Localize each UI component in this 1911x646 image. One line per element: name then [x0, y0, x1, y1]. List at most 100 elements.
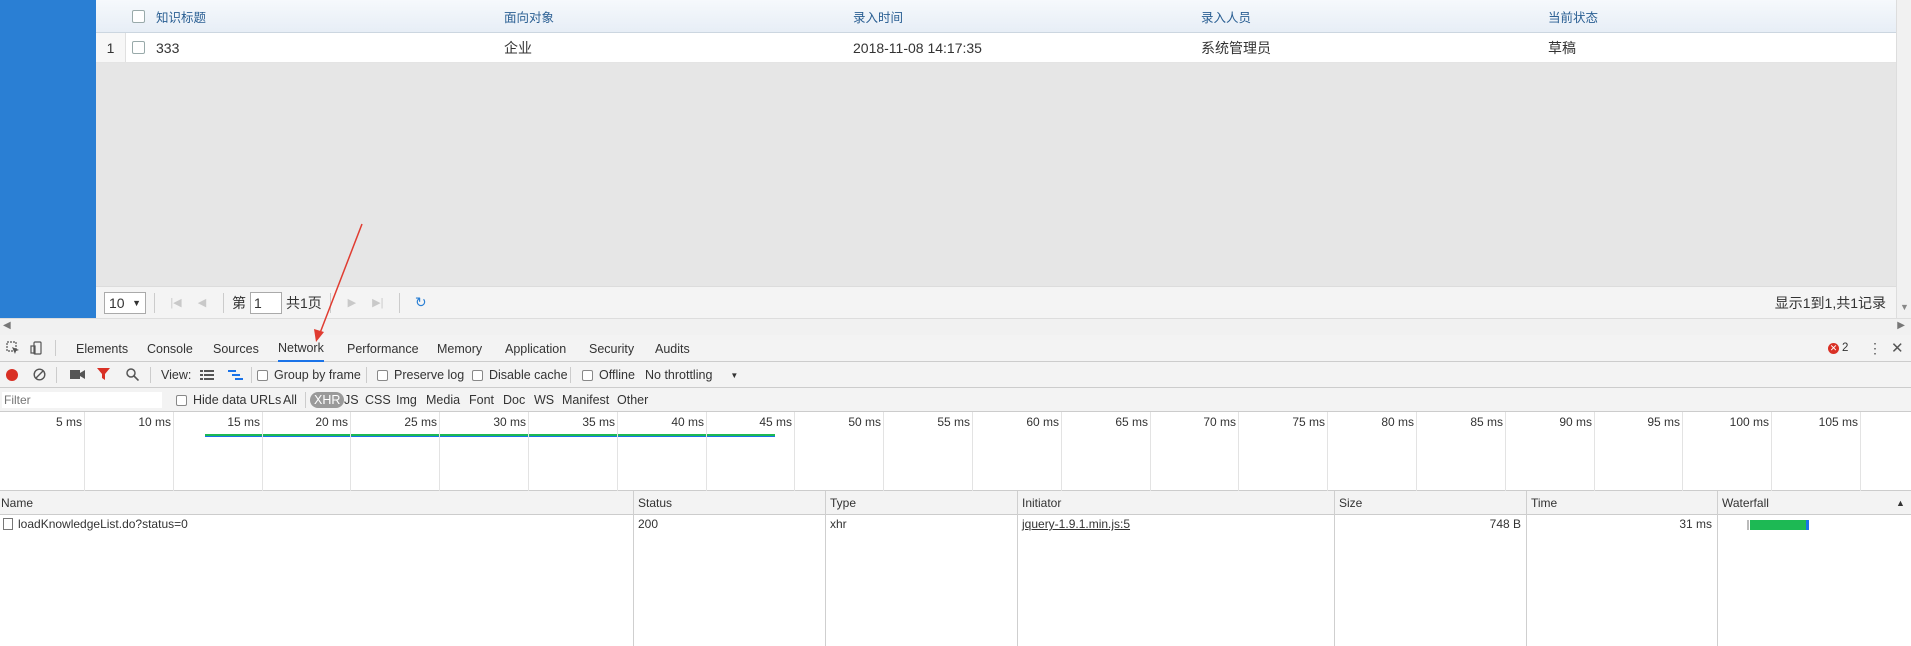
overview-waterfall-icon[interactable] — [228, 369, 243, 381]
capture-screenshots-icon[interactable] — [70, 369, 85, 380]
cell-entry-user: 系统管理员 — [1201, 39, 1271, 56]
timeline-tick-label: 45 ms — [759, 415, 792, 429]
filter-type-js[interactable]: JS — [344, 388, 359, 412]
hide-data-urls-checkbox[interactable]: Hide data URLs — [176, 388, 281, 412]
device-toolbar-icon[interactable] — [30, 341, 44, 355]
table-row[interactable]: 1 333 企业 2018-11-08 14:17:35 系统管理员 草稿 — [96, 33, 1896, 63]
scroll-down-icon[interactable]: ▼ — [1900, 302, 1909, 312]
preserve-log-checkbox[interactable]: Preserve log — [377, 362, 464, 388]
tab-application[interactable]: Application — [505, 335, 566, 362]
timeline-tick-label: 95 ms — [1647, 415, 1680, 429]
knowledge-grid-panel: 知识标题 面向对象 录入时间 录入人员 当前状态 1 333 企业 2018-1… — [96, 0, 1896, 318]
request-row[interactable]: loadKnowledgeList.do?status=0 200 xhr jq… — [0, 515, 1911, 533]
network-overview-timeline[interactable]: 5 ms 10 ms 15 ms 20 ms 25 ms 30 ms 35 ms 40 ms 4… — [0, 412, 1911, 491]
col-header-waterfall[interactable]: Waterfall — [1722, 491, 1769, 515]
timeline-gridline — [528, 412, 529, 491]
offline-checkbox[interactable]: Offline — [582, 362, 635, 388]
record-icon[interactable] — [6, 369, 18, 381]
timeline-tick-label: 25 ms — [404, 415, 437, 429]
tab-memory[interactable]: Memory — [437, 335, 482, 362]
col-header-entry-time[interactable]: 录入时间 — [853, 0, 903, 32]
filter-type-all[interactable]: All — [283, 388, 297, 412]
timeline-gridline — [706, 412, 707, 491]
page-vertical-scrollbar[interactable]: ▼ — [1896, 0, 1911, 318]
filter-type-doc[interactable]: Doc — [503, 388, 525, 412]
col-header-size[interactable]: Size — [1339, 491, 1362, 515]
row-number: 1 — [96, 33, 126, 62]
col-header-type[interactable]: Type — [830, 491, 856, 515]
request-size: 748 B — [1489, 517, 1521, 531]
request-name[interactable]: loadKnowledgeList.do?status=0 — [3, 515, 188, 533]
col-header-audience[interactable]: 面向对象 — [504, 0, 554, 32]
cell-status: 草稿 — [1548, 39, 1576, 56]
scroll-right-icon[interactable]: ▶ — [1897, 320, 1905, 331]
tab-sources[interactable]: Sources — [213, 335, 259, 362]
left-sidebar — [0, 0, 96, 318]
row-checkbox[interactable] — [132, 33, 145, 62]
search-icon[interactable] — [126, 368, 139, 381]
group-by-frame-checkbox[interactable]: Group by frame — [257, 362, 361, 388]
more-options-icon[interactable]: ⋮ — [1868, 340, 1882, 357]
page-horizontal-scrollbar[interactable]: ◀ ▶ — [0, 318, 1911, 335]
view-label: View: — [161, 368, 192, 382]
large-rows-icon[interactable] — [200, 369, 214, 381]
filter-type-img[interactable]: Img — [396, 388, 417, 412]
filter-type-xhr[interactable]: XHR — [310, 388, 345, 412]
error-counter[interactable]: ✕ 2 — [1828, 342, 1848, 354]
col-header-status[interactable]: 当前状态 — [1548, 0, 1598, 32]
scroll-left-icon[interactable]: ◀ — [3, 320, 11, 331]
disable-cache-checkbox[interactable]: Disable cache — [472, 362, 568, 388]
prev-page-icon[interactable]: ◀ — [195, 296, 209, 309]
filter-icon[interactable] — [97, 368, 110, 381]
timeline-tick-label: 90 ms — [1559, 415, 1592, 429]
close-icon[interactable]: ✕ — [1891, 339, 1904, 357]
last-page-icon[interactable]: ▶| — [371, 296, 385, 309]
clear-icon[interactable] — [33, 368, 46, 381]
first-page-icon[interactable]: |◀ — [169, 296, 183, 309]
sort-up-icon[interactable]: ▲ — [1896, 491, 1905, 515]
col-header-status[interactable]: Status — [638, 491, 672, 515]
timeline-tick-label: 75 ms — [1292, 415, 1325, 429]
filter-type-other[interactable]: Other — [617, 388, 648, 412]
error-count: 2 — [1842, 342, 1849, 354]
page-number-input[interactable]: 1 — [250, 291, 282, 314]
timeline-tick-label: 65 ms — [1115, 415, 1148, 429]
next-page-icon[interactable]: ▶ — [345, 296, 359, 309]
request-initiator-link[interactable]: jquery-1.9.1.min.js:5 — [1022, 515, 1130, 533]
filter-type-font[interactable]: Font — [469, 388, 494, 412]
tab-audits[interactable]: Audits — [655, 335, 690, 362]
col-header-time[interactable]: Time — [1531, 491, 1557, 515]
filter-type-ws[interactable]: WS — [534, 388, 554, 412]
filter-type-manifest[interactable]: Manifest — [562, 388, 609, 412]
tab-console[interactable]: Console — [147, 335, 193, 362]
filter-type-css[interactable]: CSS — [365, 388, 391, 412]
page-size-select[interactable]: 10 ▼ — [104, 291, 146, 314]
timeline-gridline — [350, 412, 351, 491]
tab-network[interactable]: Network — [278, 335, 324, 362]
select-all-checkbox[interactable] — [132, 0, 145, 32]
filter-input[interactable] — [2, 392, 162, 408]
filter-type-media[interactable]: Media — [426, 388, 460, 412]
hide-data-urls-label: Hide data URLs — [193, 393, 282, 407]
timeline-gridline — [794, 412, 795, 491]
tab-elements[interactable]: Elements — [76, 335, 128, 362]
col-header-initiator[interactable]: Initiator — [1022, 491, 1061, 515]
refresh-icon[interactable]: ↻ — [414, 294, 428, 311]
group-by-frame-label: Group by frame — [274, 368, 361, 382]
toolbar-divider — [56, 367, 57, 383]
waterfall-bar — [1750, 520, 1806, 530]
tab-performance[interactable]: Performance — [347, 335, 419, 362]
tab-security[interactable]: Security — [589, 335, 634, 362]
timeline-tick-label: 85 ms — [1470, 415, 1503, 429]
timeline-tick-label: 15 ms — [227, 415, 260, 429]
inspect-element-icon[interactable] — [6, 341, 20, 355]
timeline-tick-label: 50 ms — [848, 415, 881, 429]
col-header-entry-user[interactable]: 录入人员 — [1201, 0, 1251, 32]
col-header-title[interactable]: 知识标题 — [156, 0, 206, 32]
request-type: xhr — [830, 517, 847, 531]
col-header-name[interactable]: Name — [1, 491, 33, 515]
throttling-select[interactable]: No throttling ▼ — [645, 362, 738, 388]
document-icon — [3, 518, 13, 530]
filter-divider — [305, 392, 306, 408]
timeline-gridline — [1682, 412, 1683, 491]
